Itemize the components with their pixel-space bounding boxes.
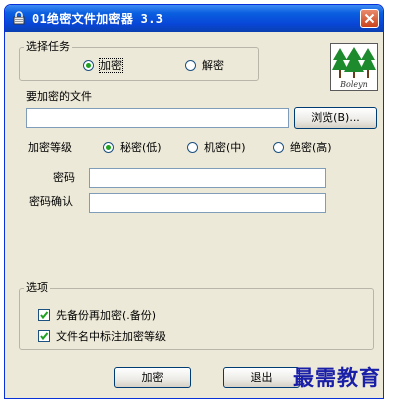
mark-level-checkbox[interactable]: 文件名中标注加密等级 (38, 328, 166, 344)
task-group-legend: 选择任务 (24, 40, 72, 53)
check-icon (40, 311, 49, 320)
radio-indicator (83, 60, 94, 71)
check-indicator (38, 309, 50, 321)
browse-button[interactable]: 浏览(B)... (294, 107, 377, 129)
check-indicator (38, 330, 50, 342)
logo: Boleyn (330, 43, 378, 91)
confirm-label: 密码确认 (29, 195, 73, 208)
checkbox-label: 文件名中标注加密等级 (56, 330, 166, 343)
radio-indicator (273, 142, 284, 153)
lock-icon (13, 11, 25, 25)
close-button[interactable] (360, 9, 379, 28)
options-group-legend: 选项 (24, 281, 50, 294)
logo-text: Boleyn (339, 80, 368, 89)
check-icon (40, 332, 49, 341)
level-low-radio[interactable]: 秘密(低) (103, 141, 162, 154)
confirm-password-input[interactable] (89, 193, 326, 213)
backup-checkbox[interactable]: 先备份再加密(.备份) (38, 307, 156, 323)
close-icon (364, 13, 375, 24)
task-decrypt-radio[interactable]: 解密 (185, 59, 224, 72)
tree-logo: Boleyn (332, 47, 376, 89)
level-high-radio[interactable]: 绝密(高) (273, 141, 332, 154)
window-title: 01绝密文件加密器 3.3 (32, 12, 164, 26)
watermark: 最需教育 (293, 365, 381, 390)
encrypt-button[interactable]: 加密 (114, 367, 191, 388)
title-bar[interactable]: 01绝密文件加密器 3.3 (5, 5, 383, 32)
radio-label: 绝密(高) (290, 141, 332, 154)
radio-indicator (185, 60, 196, 71)
level-label: 加密等级 (28, 141, 72, 154)
password-input[interactable] (89, 168, 326, 188)
app-window: 01绝密文件加密器 3.3 选择任务 加密 解密 Boleyn 要加密的文件 浏… (4, 4, 384, 399)
radio-label: 加密 (99, 58, 123, 73)
file-label: 要加密的文件 (26, 90, 92, 103)
task-encrypt-radio[interactable]: 加密 (83, 58, 123, 73)
file-path-input[interactable] (26, 108, 289, 128)
exit-button[interactable]: 退出 (223, 367, 300, 388)
radio-label: 秘密(低) (120, 141, 162, 154)
radio-indicator (187, 142, 198, 153)
radio-indicator (103, 142, 114, 153)
radio-label: 解密 (202, 59, 224, 72)
radio-label: 机密(中) (204, 141, 246, 154)
checkbox-label: 先备份再加密(.备份) (56, 309, 157, 322)
level-medium-radio[interactable]: 机密(中) (187, 141, 246, 154)
password-label: 密码 (53, 171, 75, 184)
